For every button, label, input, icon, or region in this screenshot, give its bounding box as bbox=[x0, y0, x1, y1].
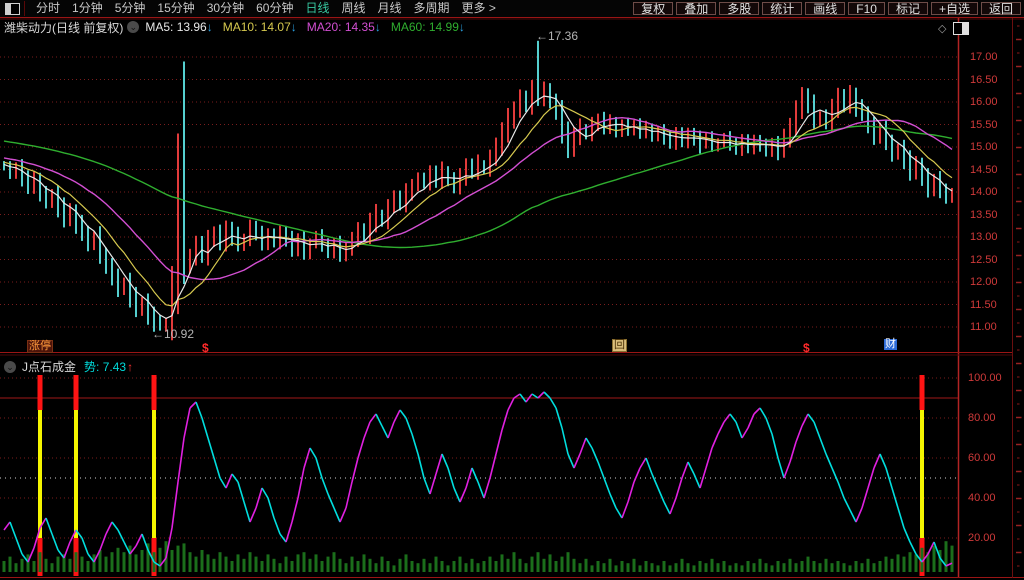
chart-header: 潍柴动力(日线 前复权) ⌄ MA5: 13.96↓ MA10: 14.07↓ … bbox=[4, 20, 475, 34]
chevron-down-icon[interactable]: ⌄ bbox=[127, 21, 139, 33]
down-arrow-icon: ↓ bbox=[459, 20, 465, 34]
back-button[interactable]: 返回 bbox=[981, 2, 1021, 15]
price-tick-label: 14.00 bbox=[970, 186, 998, 198]
down-arrow-icon: ↓ bbox=[375, 20, 381, 34]
price-tick-label: 11.50 bbox=[970, 299, 997, 311]
tab-multi-period[interactable]: 多周期 bbox=[408, 0, 456, 17]
chevron-down-icon[interactable]: ⌄ bbox=[4, 361, 16, 373]
diamond-icon[interactable]: ◇ bbox=[938, 22, 946, 35]
price-tick-label: 15.00 bbox=[970, 141, 998, 153]
indicator-value: 势: 7.43 bbox=[84, 358, 126, 375]
price-tick-label: 15.50 bbox=[970, 119, 998, 131]
price-tick-label: 17.00 bbox=[970, 51, 998, 63]
ma20-value: MA20: 14.35↓ bbox=[307, 20, 381, 34]
indicator-line bbox=[4, 392, 952, 566]
price-and-indicator-chart[interactable] bbox=[0, 0, 1024, 580]
price-tick-label: 12.50 bbox=[970, 254, 998, 266]
indicator-tick-label: 100.00 bbox=[968, 372, 1002, 384]
fuquan-button[interactable]: 复权 bbox=[633, 2, 673, 15]
chart-corner-icons: ◇ bbox=[938, 22, 969, 35]
add-watchlist-button[interactable]: +自选 bbox=[931, 2, 978, 15]
indicator-header: ⌄ J点石成金 势: 7.43 ↑ bbox=[4, 358, 133, 375]
tab-15min[interactable]: 15分钟 bbox=[151, 0, 200, 17]
signal-bars bbox=[38, 375, 925, 576]
indicator-tick-label: 60.00 bbox=[968, 452, 996, 464]
toolbar-divider bbox=[24, 1, 25, 16]
indicator-gridlines bbox=[0, 378, 958, 538]
high-price-annotation: ←17.36 bbox=[536, 29, 578, 43]
f10-button[interactable]: F10 bbox=[848, 2, 885, 15]
price-tick-label: 14.50 bbox=[970, 164, 998, 176]
ma60-value: MA60: 14.99↓ bbox=[391, 20, 465, 34]
dividend-marker[interactable]: $ bbox=[202, 343, 209, 354]
top-toolbar: 分时 1分钟 5分钟 15分钟 30分钟 60分钟 日线 周线 月线 多周期 更… bbox=[0, 0, 1024, 17]
indicator-tick-label: 20.00 bbox=[968, 532, 996, 544]
price-tick-label: 13.00 bbox=[970, 231, 998, 243]
up-arrow-icon: ↑ bbox=[127, 360, 133, 374]
ma5-value: MA5: 13.96↓ bbox=[145, 20, 212, 34]
mark-button[interactable]: 标记 bbox=[888, 2, 928, 15]
price-tick-label: 12.00 bbox=[970, 276, 998, 288]
indicator-name: J点石成金 bbox=[22, 358, 76, 375]
overlay-button[interactable]: 叠加 bbox=[676, 2, 716, 15]
announcement-marker[interactable]: 回 bbox=[612, 339, 627, 352]
statistics-button[interactable]: 统计 bbox=[762, 2, 802, 15]
down-arrow-icon: ↓ bbox=[207, 20, 213, 34]
stock-title: 潍柴动力(日线 前复权) bbox=[4, 19, 123, 36]
price-tick-label: 13.50 bbox=[970, 209, 998, 221]
indicator-tick-label: 40.00 bbox=[968, 492, 996, 504]
tab-60min[interactable]: 60分钟 bbox=[250, 0, 299, 17]
low-price-annotation: ←10.92 bbox=[152, 327, 194, 341]
indicator-histogram bbox=[3, 541, 954, 572]
multi-stock-button[interactable]: 多股 bbox=[719, 2, 759, 15]
tab-daily[interactable]: 日线 bbox=[299, 0, 335, 17]
window-split-icon[interactable] bbox=[953, 22, 969, 35]
indicator-tick-label: 80.00 bbox=[968, 412, 996, 424]
financial-report-marker[interactable]: 财 bbox=[884, 339, 897, 350]
tab-fenshi[interactable]: 分时 bbox=[30, 0, 66, 17]
app-window: 分时 1分钟 5分钟 15分钟 30分钟 60分钟 日线 周线 月线 多周期 更… bbox=[0, 0, 1024, 580]
right-strip-ticks bbox=[1016, 26, 1022, 566]
down-arrow-icon: ↓ bbox=[291, 20, 297, 34]
tab-weekly[interactable]: 周线 bbox=[335, 0, 371, 17]
tab-more[interactable]: 更多 > bbox=[456, 0, 502, 17]
tab-monthly[interactable]: 月线 bbox=[372, 0, 408, 17]
ma-lines bbox=[4, 96, 952, 318]
price-tick-label: 11.00 bbox=[970, 321, 997, 333]
layout-split-icon[interactable] bbox=[5, 3, 20, 15]
tab-30min[interactable]: 30分钟 bbox=[201, 0, 250, 17]
price-tick-label: 16.00 bbox=[970, 96, 998, 108]
tab-1min[interactable]: 1分钟 bbox=[66, 0, 109, 17]
draw-line-button[interactable]: 画线 bbox=[805, 2, 845, 15]
ma10-value: MA10: 14.07↓ bbox=[223, 20, 297, 34]
price-tick-label: 16.50 bbox=[970, 74, 998, 86]
tab-5min[interactable]: 5分钟 bbox=[109, 0, 152, 17]
limit-up-marker[interactable]: 涨停 bbox=[27, 340, 53, 353]
dividend-marker[interactable]: $ bbox=[803, 343, 810, 354]
